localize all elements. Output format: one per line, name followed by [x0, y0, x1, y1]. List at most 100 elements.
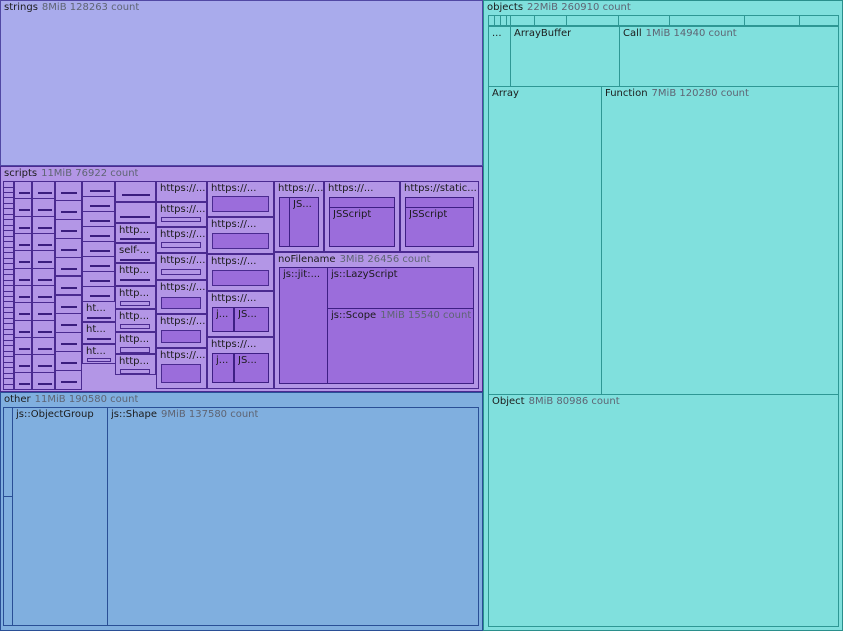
script-cell[interactable] — [32, 302, 55, 321]
script-cell[interactable]: https://... j... JS... — [207, 291, 274, 337]
script-cell[interactable] — [14, 181, 32, 200]
script-cell[interactable]: https://... JS... — [274, 181, 324, 252]
script-cell[interactable] — [55, 370, 82, 390]
script-cell[interactable] — [55, 199, 82, 220]
script-cell[interactable] — [55, 237, 82, 258]
script-cell[interactable]: https://... — [207, 181, 274, 217]
script-cell[interactable] — [82, 241, 115, 257]
script-cell[interactable] — [32, 198, 55, 217]
script-cell[interactable] — [32, 233, 55, 252]
object-cell[interactable] — [510, 15, 535, 26]
script-cell[interactable] — [14, 267, 32, 286]
script-cell[interactable] — [14, 215, 32, 234]
treemap-node-lazyscript[interactable]: js::LazyScript — [327, 267, 474, 309]
script-cell[interactable]: https://... — [156, 253, 207, 280]
script-cell[interactable] — [55, 294, 82, 315]
script-cell[interactable] — [3, 383, 14, 390]
script-cell[interactable] — [55, 351, 82, 372]
treemap-node-function[interactable]: Function 7MiB 120280 count — [601, 86, 839, 395]
treemap-node-objects[interactable]: objects 22MiB 260910 count ... ArrayBuffe… — [483, 0, 843, 631]
script-cell[interactable] — [14, 233, 32, 252]
treemap-node-call[interactable]: Call 1MiB 14940 count — [619, 26, 839, 87]
treemap-node-array[interactable]: Array — [488, 86, 602, 395]
treemap-node-jit[interactable]: js::jit:... — [279, 267, 328, 384]
script-cell[interactable] — [55, 181, 82, 201]
script-cell[interactable] — [82, 256, 115, 272]
script-cell[interactable]: http... — [115, 263, 156, 286]
script-cell[interactable] — [32, 337, 55, 356]
script-cell[interactable]: https://... — [156, 280, 207, 314]
script-cell[interactable]: https://... — [156, 227, 207, 253]
node-label: strings 8MiB 128263 count — [4, 2, 140, 13]
script-cell[interactable] — [32, 215, 55, 234]
script-cell[interactable]: http... — [115, 354, 156, 375]
treemap-node-nofilename[interactable]: noFilename 3MiB 26456 count js::jit:... j… — [274, 252, 479, 389]
script-cell[interactable] — [14, 250, 32, 269]
script-cell[interactable]: ht... — [82, 322, 116, 344]
script-cell[interactable] — [82, 181, 115, 197]
script-cell[interactable] — [55, 256, 82, 277]
script-cell[interactable] — [14, 285, 32, 304]
treemap-node-shape[interactable]: js::Shape 9MiB 137580 count — [107, 407, 479, 626]
object-cell[interactable] — [534, 15, 567, 26]
script-cell[interactable]: https://... j... JS... — [207, 337, 274, 389]
script-cell[interactable] — [32, 371, 55, 390]
script-cell[interactable] — [55, 332, 82, 353]
script-cell[interactable] — [32, 181, 55, 200]
script-cell[interactable]: self-... — [115, 243, 156, 263]
script-cell[interactable] — [14, 302, 32, 321]
script-cell[interactable] — [14, 354, 32, 373]
script-cell[interactable] — [14, 319, 32, 338]
script-cell[interactable]: https://... — [156, 181, 207, 202]
treemap-node-arraybuffer[interactable]: ArrayBuffer — [510, 26, 620, 87]
script-cell[interactable]: https://static... JSScript — [400, 181, 479, 252]
object-cell[interactable] — [799, 15, 839, 26]
script-cell[interactable]: http... — [115, 309, 156, 332]
treemap-node-objectgroup[interactable]: js::ObjectGroup — [12, 407, 108, 626]
treemap-node-ellipsis[interactable]: ... — [488, 26, 511, 87]
script-cell[interactable] — [32, 267, 55, 286]
object-cell[interactable] — [744, 15, 800, 26]
script-cell[interactable]: ht... — [82, 301, 116, 322]
script-cell[interactable]: http... — [115, 286, 156, 309]
script-cell[interactable] — [55, 313, 82, 334]
script-cell[interactable] — [115, 181, 156, 202]
script-cell[interactable] — [14, 371, 32, 390]
script-cell[interactable] — [32, 250, 55, 269]
script-cell[interactable] — [14, 337, 32, 356]
node-label: scripts 11MiB 76922 count — [4, 168, 139, 179]
object-cell[interactable] — [566, 15, 619, 26]
objects-small-cells — [488, 15, 839, 26]
script-cell[interactable]: https://... — [156, 314, 207, 348]
script-cell[interactable]: https://... — [207, 217, 274, 254]
script-cell[interactable] — [55, 218, 82, 239]
script-cell[interactable]: http... — [115, 223, 156, 243]
node-label: other 11MiB 190580 count — [4, 394, 139, 405]
treemap-node-scripts[interactable]: scripts 11MiB 76922 count http... self-..… — [0, 166, 483, 392]
treemap-node-scope[interactable]: js::Scope 1MiB 15540 count — [327, 308, 474, 384]
script-cell[interactable]: https://... — [156, 202, 207, 227]
script-cell[interactable] — [32, 354, 55, 373]
object-cell[interactable] — [669, 15, 745, 26]
script-cell[interactable] — [32, 285, 55, 304]
script-cell[interactable]: ht... — [82, 344, 116, 364]
script-cell[interactable]: https://... JSScript — [324, 181, 400, 252]
node-label: objects 22MiB 260910 count — [487, 2, 631, 13]
script-cell[interactable] — [82, 271, 115, 287]
script-cell[interactable]: https://... — [207, 254, 274, 291]
script-cell[interactable] — [82, 211, 115, 227]
treemap-node-object[interactable]: Object 8MiB 80986 count — [488, 394, 839, 627]
script-cell[interactable]: https://... — [156, 348, 207, 389]
node-label: noFilename 3MiB 26456 count — [278, 254, 431, 265]
treemap-node-strings[interactable]: strings 8MiB 128263 count — [0, 0, 483, 166]
script-cell[interactable] — [32, 319, 55, 338]
treemap-node-other[interactable]: other 11MiB 190580 count js::ObjectGroup … — [0, 392, 483, 631]
script-cell[interactable] — [14, 198, 32, 217]
script-cell[interactable] — [82, 226, 115, 242]
script-cell[interactable]: http... — [115, 332, 156, 354]
script-cell[interactable] — [82, 286, 115, 302]
object-cell[interactable] — [618, 15, 670, 26]
script-cell[interactable] — [82, 196, 115, 212]
script-cell[interactable] — [115, 202, 156, 223]
script-cell[interactable] — [55, 275, 82, 296]
